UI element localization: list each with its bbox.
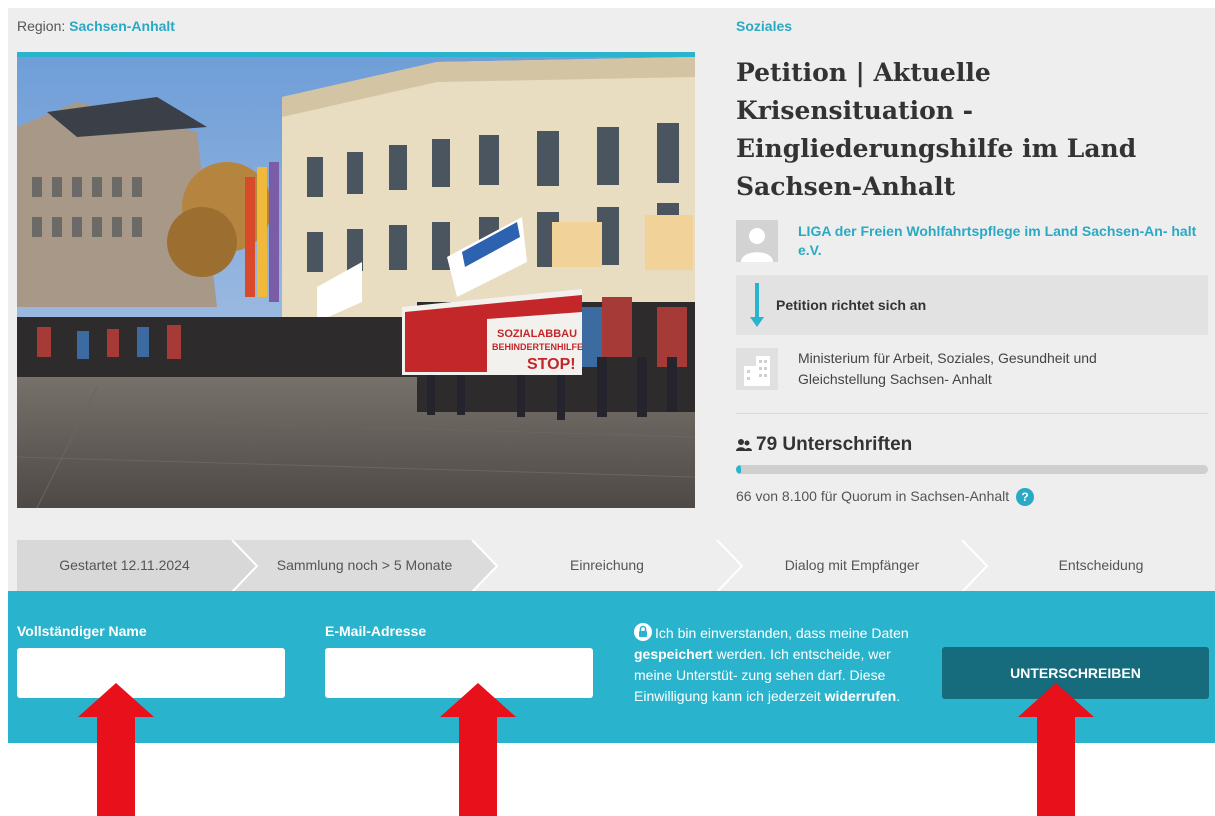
step-collection: Sammlung noch > 5 Monate (276, 557, 453, 573)
email-label: E-Mail-Adresse (325, 623, 427, 639)
region-link[interactable]: Sachsen-Anhalt (69, 18, 175, 34)
lock-icon (634, 623, 652, 641)
consent-revoke-link[interactable]: widerrufen (825, 688, 897, 704)
step-started: Gestartet 12.11.2024 (59, 557, 190, 573)
divider (736, 413, 1208, 414)
name-label: Vollständiger Name (17, 623, 147, 639)
avatar-icon (736, 220, 778, 262)
quorum-info: 66 von 8.100 für Quorum in Sachsen-Anhal… (736, 488, 1035, 507)
building-icon (736, 348, 778, 390)
quorum-text: 66 von 8.100 für Quorum in Sachsen-Anhal… (736, 488, 1010, 504)
help-icon[interactable]: ? (1016, 488, 1035, 507)
author-row: LIGA der Freien Wohlfahrtspflege im Land… (736, 220, 1208, 264)
svg-text:SOZIALABBAU: SOZIALABBAU (497, 328, 577, 340)
author-link[interactable]: LIGA der Freien Wohlfahrtspflege im Land… (798, 222, 1210, 260)
step-submission: Einreichung (570, 557, 644, 573)
petition-photo: SOZIALABBAU BEHINDERTENHILFE STOP! (17, 52, 695, 508)
signature-count: 79 Unterschriften (736, 434, 912, 456)
down-arrow-icon (750, 283, 764, 327)
svg-text:STOP!: STOP! (527, 356, 576, 373)
consent-text: Ich bin einverstanden, dass meine Daten … (634, 623, 909, 704)
region-label: Region: (17, 18, 66, 34)
svg-text:BEHINDERTENHILFE: BEHINDERTENHILFE (492, 342, 583, 352)
category-link[interactable]: Soziales (736, 18, 792, 34)
signature-progress-fill (736, 465, 741, 474)
recipient-name: Ministerium für Arbeit, Soziales, Gesund… (798, 350, 1097, 387)
annotation-arrow-icon (440, 683, 516, 816)
petition-progress-steps: Gestartet 12.11.2024 Sammlung noch > 5 M… (17, 540, 1215, 592)
petition-title: Petition | Aktuelle Krisensituation - Ei… (736, 58, 1137, 201)
signature-progress-bar (736, 465, 1208, 474)
recipient-label: Petition richtet sich an (776, 297, 927, 313)
signature-count-text: 79 Unterschriften (756, 434, 913, 455)
annotation-arrow-icon (78, 683, 154, 816)
step-decision: Entscheidung (1058, 557, 1144, 573)
users-icon (736, 438, 752, 451)
consent-stored: gespeichert (634, 646, 713, 662)
recipient-header: Petition richtet sich an (736, 275, 1208, 335)
region: Region: Sachsen-Anhalt (17, 18, 175, 34)
recipient-org: Ministerium für Arbeit, Soziales, Gesund… (736, 346, 1208, 396)
step-dialog: Dialog mit Empfänger (784, 557, 920, 573)
annotation-arrow-icon (1018, 683, 1094, 816)
